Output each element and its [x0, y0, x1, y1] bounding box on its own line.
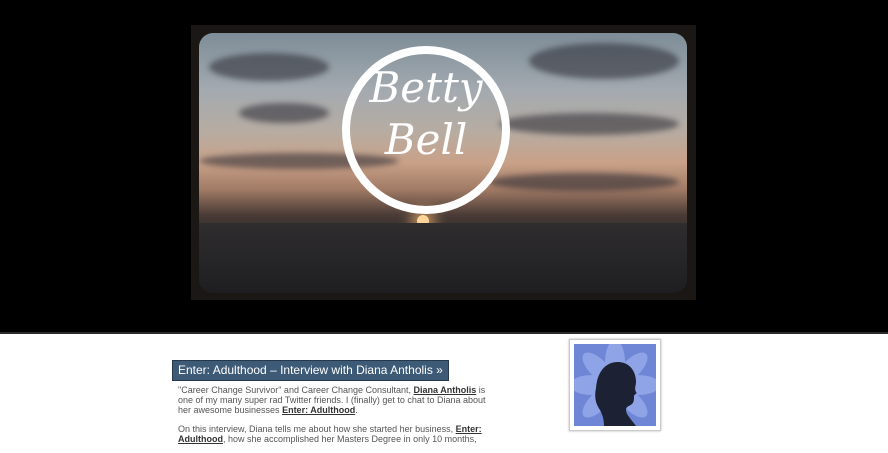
cloud	[209, 53, 329, 81]
text: .	[355, 405, 358, 415]
text: "Career Change Survivor" and Career Chan…	[178, 385, 414, 395]
cloud	[239, 103, 329, 123]
header-banner: Betty Bell	[0, 0, 888, 332]
author-avatar[interactable]	[569, 339, 661, 431]
post-paragraph-2: On this interview, Diana tells me about …	[178, 424, 498, 444]
logo-line-1: Betty	[369, 63, 483, 112]
avatar-image	[574, 344, 656, 426]
cloud	[499, 113, 679, 135]
post-paragraph-1: "Career Change Survivor" and Career Chan…	[178, 385, 498, 415]
site-logo[interactable]: Betty Bell	[342, 62, 510, 166]
default-profile-silhouette-icon	[574, 344, 656, 426]
horizon	[199, 223, 687, 293]
diana-antholis-link[interactable]: Diana Antholis	[414, 385, 477, 395]
header-divider	[0, 332, 888, 334]
post-title-link[interactable]: Enter: Adulthood – Interview with Diana …	[172, 360, 449, 381]
text: , how she accomplished her Masters Degre…	[222, 434, 477, 444]
cloud	[489, 173, 679, 191]
enter-adulthood-link[interactable]: Enter: Adulthood	[282, 405, 355, 415]
cloud	[529, 43, 679, 79]
text: On this interview, Diana tells me about …	[178, 424, 456, 434]
logo-line-2: Bell	[384, 115, 468, 164]
post-excerpt: "Career Change Survivor" and Career Chan…	[178, 385, 498, 453]
